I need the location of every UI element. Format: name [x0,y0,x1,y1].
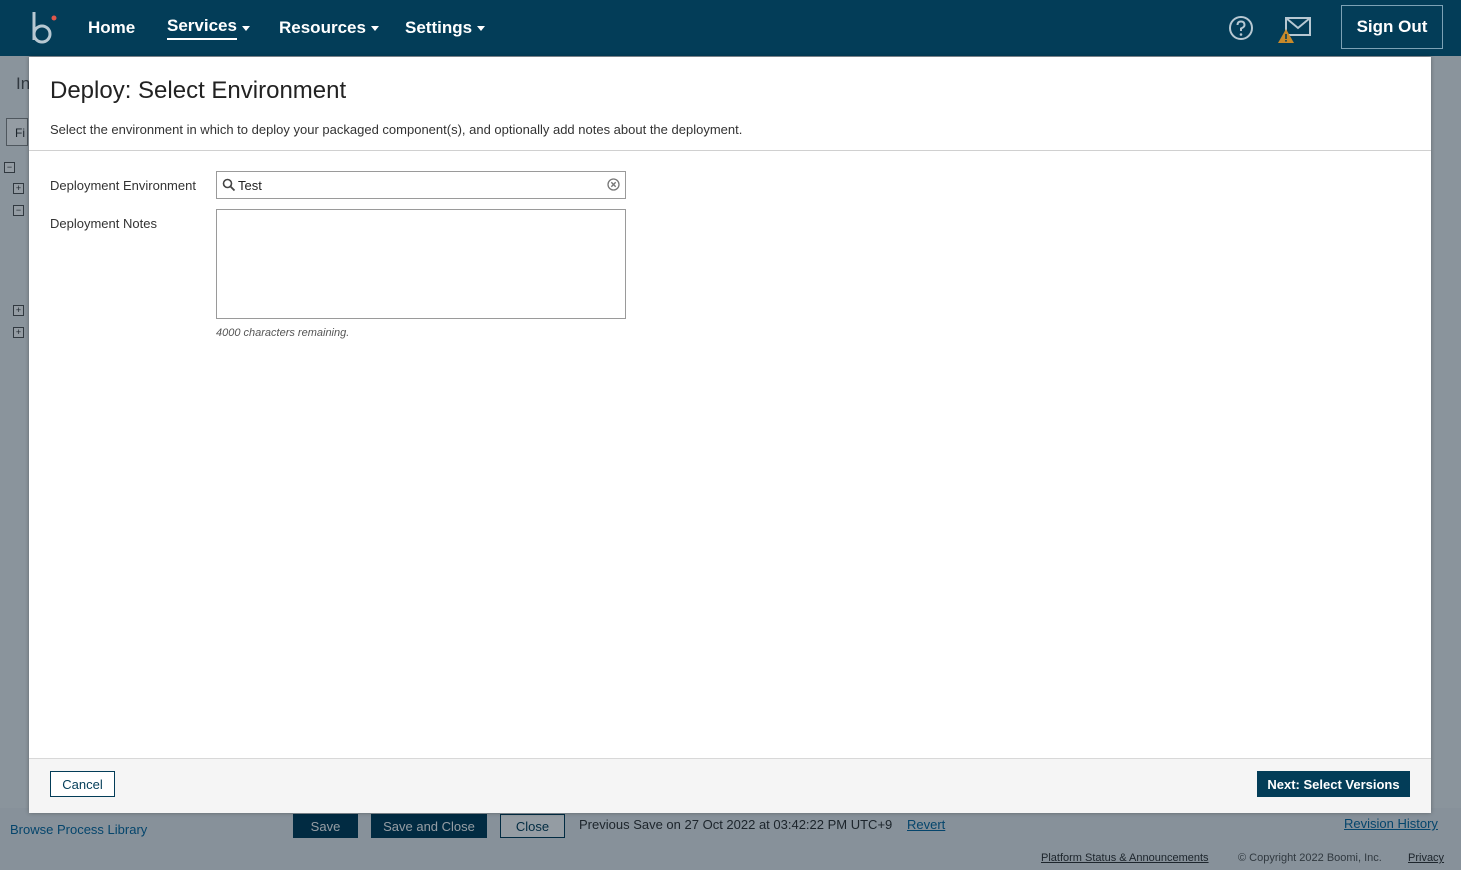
nav-services[interactable]: Services [167,0,250,56]
clear-icon[interactable] [607,178,620,191]
deploy-select-environment-dialog: Deploy: Select Environment Select the en… [29,57,1431,813]
dialog-footer: Cancel Next: Select Versions [29,758,1431,813]
sign-out-button[interactable]: Sign Out [1341,5,1443,49]
dialog-description: Select the environment in which to deplo… [50,122,743,137]
divider [29,150,1431,151]
search-icon [222,178,236,192]
chevron-down-icon [477,25,486,31]
notifications-mail-icon[interactable] [1276,15,1312,45]
deployment-environment-field[interactable]: Test [216,171,626,199]
top-nav-bar: Home Services Resources Settings Sign Ou… [0,0,1461,56]
nav-resources[interactable]: Resources [279,0,379,56]
dialog-title: Deploy: Select Environment [50,77,347,104]
help-icon[interactable] [1228,15,1254,41]
next-select-versions-button[interactable]: Next: Select Versions [1257,771,1410,797]
chevron-down-icon [241,25,250,31]
deployment-notes-textarea[interactable] [216,209,626,319]
deployment-environment-label: Deployment Environment [50,178,196,193]
cancel-button[interactable]: Cancel [50,771,115,797]
deployment-environment-value: Test [238,178,262,193]
nav-settings[interactable]: Settings [405,0,486,56]
boomi-logo-icon[interactable] [30,10,60,46]
chevron-down-icon [370,25,379,31]
deployment-notes-label: Deployment Notes [50,216,157,231]
nav-home[interactable]: Home [88,0,135,56]
characters-remaining-text: 4000 characters remaining. [216,327,350,339]
